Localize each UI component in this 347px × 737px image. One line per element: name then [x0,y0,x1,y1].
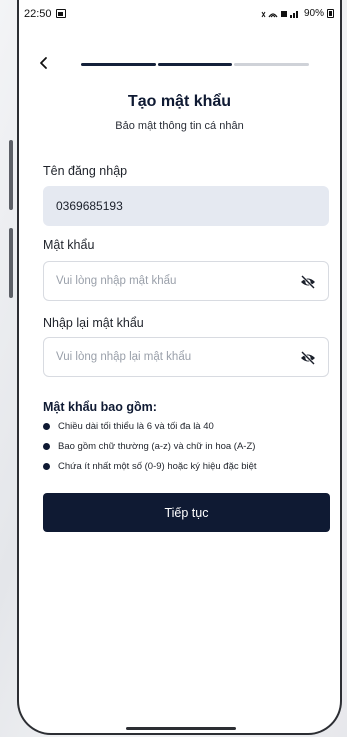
password-rules-title: Mật khẩu bao gồm: [43,400,157,414]
progress-step-2 [157,63,233,66]
password-label: Mật khẩu [43,238,95,252]
progress-step-1 [81,63,156,66]
confirm-password-field[interactable]: Vui lòng nhập lại mật khẩu [43,337,329,377]
username-value: 0369685193 [56,199,123,213]
battery-level: 90% [303,8,324,19]
step-progress [81,63,310,66]
battery-icon [327,9,334,18]
page-subtitle: Bảo mật thông tin cá nhân [115,120,244,132]
username-field: 0369685193 [43,186,329,226]
eye-slash-icon[interactable] [300,274,316,290]
rule-text: Bao gồm chữ thường (a-z) và chữ in hoa (… [58,441,256,452]
phone-screen: 22:50 90% Tạo mật khẩu Bảo mật thông tin [17,0,342,735]
page-title: Tạo mật khẩu [127,93,232,110]
progress-step-3 [234,63,310,66]
volume-button [9,140,13,210]
continue-button[interactable]: Tiếp tục [43,493,330,532]
eye-slash-icon[interactable] [300,350,316,366]
rule-text: Chứa ít nhất một số (0-9) hoặc ký hiệu đ… [58,461,257,472]
back-button[interactable] [37,56,51,70]
chevron-left-icon [40,57,47,69]
status-time: 22:50 [24,8,52,20]
password-rule-item: Bao gồm chữ thường (a-z) và chữ in hoa (… [43,441,255,452]
message-notification-icon [56,9,66,18]
power-button [9,228,13,298]
dot-icon [43,463,50,470]
password-rule-item: Chứa ít nhất một số (0-9) hoặc ký hiệu đ… [43,461,257,472]
dot-icon [43,443,50,450]
signal-wifi-icon [261,10,298,18]
home-indicator[interactable] [126,727,236,730]
password-field[interactable]: Vui lòng nhập mật khẩu [43,261,329,301]
password-rule-item: Chiều dài tối thiểu là 6 và tối đa là 40 [43,421,214,432]
status-right: 90% [261,8,334,19]
username-label: Tên đăng nhập [43,164,128,178]
confirm-password-placeholder: Vui lòng nhập lại mật khẩu [56,351,192,363]
rule-text: Chiều dài tối thiểu là 6 và tối đa là 40 [58,421,214,432]
confirm-password-label: Nhập lại mật khẩu [43,316,144,330]
dot-icon [43,423,50,430]
status-bar: 22:50 90% [19,0,340,30]
password-placeholder: Vui lòng nhập mật khẩu [56,275,177,287]
